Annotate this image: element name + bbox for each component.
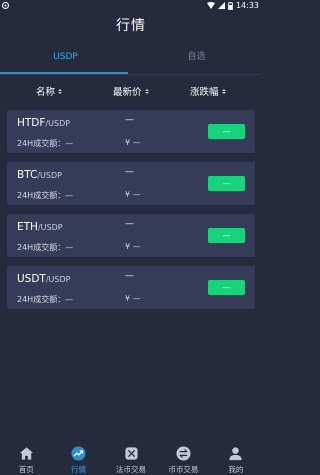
tabs-divider [0,74,262,75]
volume-24h: 24H成交额：— [17,139,74,148]
price-cny: ¥ — [125,190,141,199]
sort-by-change[interactable]: 涨跌幅 [190,84,226,98]
volume-24h: 24H成交额：— [17,243,74,252]
fiat-trade-icon [124,447,138,460]
nav-market[interactable]: 行情 [52,442,104,475]
volume-24h: 24H成交额：— [17,295,74,304]
notification-icon [2,2,9,9]
change-badge[interactable]: — [208,280,245,295]
trading-pair: ETH /USDP [17,221,63,233]
nav-label: 法币交易 [116,465,147,474]
nav-label: 我的 [228,465,244,474]
status-bar: 14:33 [0,0,262,11]
base-symbol: USDT [17,273,46,285]
tab-usdp[interactable]: USDP [0,48,131,72]
last-price: — [125,219,134,229]
home-icon [19,447,33,460]
wifi-icon [206,2,215,9]
market-card-usdt[interactable]: USDT /USDP 24H成交额：— — ¥ — — [7,266,255,309]
coin-exchange-icon [176,446,191,461]
market-trend-icon [71,446,86,461]
nav-coin-exchange[interactable]: 币币交易 [157,442,209,475]
last-price: — [125,271,134,281]
price-cny: ¥ — [125,138,141,147]
price-cny: ¥ — [125,294,141,303]
sort-icon [58,88,63,94]
column-name-label: 名称 [36,87,56,98]
last-price: — [125,167,134,177]
quote-symbol: /USDP [37,171,62,180]
change-badge[interactable]: — [208,228,245,243]
nav-fiat-trade[interactable]: 法币交易 [105,442,157,475]
sort-icon [221,88,226,94]
tab-favorites[interactable]: 自选 [131,48,262,72]
sort-by-name[interactable]: 名称 [36,84,63,98]
market-card-eth[interactable]: ETH /USDP 24H成交额：— — ¥ — — [7,214,255,257]
sort-by-price[interactable]: 最新价 [113,84,149,98]
nav-label: 币币交易 [168,465,199,474]
bottom-nav: 首页 行情 法币交易 币币交易 我的 [0,442,262,475]
quote-symbol: /USDP [45,275,71,284]
market-card-btc[interactable]: BTC /USDP 24H成交额：— — ¥ — — [7,162,255,205]
trading-pair: USDT /USDP [17,273,70,285]
trading-pair: BTC /USDP [17,169,62,181]
price-cny: ¥ — [125,242,141,251]
market-tabs: USDP 自选 [0,48,262,75]
quote-symbol: /USDP [37,223,63,232]
battery-icon [228,1,233,10]
page-title: 行情 [116,18,146,34]
quote-symbol: /USDP [45,119,71,128]
base-symbol: HTDF [17,117,46,129]
nav-profile[interactable]: 我的 [210,442,262,475]
column-price-label: 最新价 [113,87,142,98]
trading-pair: HTDF /USDP [17,117,70,129]
nav-label: 首页 [18,465,34,474]
status-time: 14:33 [235,1,259,10]
change-badge[interactable]: — [208,176,245,191]
user-icon [229,447,242,461]
column-headers: 名称 最新价 涨跌幅 [0,84,262,98]
base-symbol: BTC [17,169,38,181]
column-change-label: 涨跌幅 [190,87,219,98]
market-card-htdf[interactable]: HTDF /USDP 24H成交额：— — ¥ — — [7,110,255,153]
volume-24h: 24H成交额：— [17,191,74,200]
sort-icon [144,88,149,94]
change-badge[interactable]: — [208,124,245,139]
nav-label: 行情 [71,465,87,474]
base-symbol: ETH [17,221,38,233]
signal-icon [217,2,225,9]
last-price: — [125,115,134,125]
nav-home[interactable]: 首页 [0,442,52,475]
